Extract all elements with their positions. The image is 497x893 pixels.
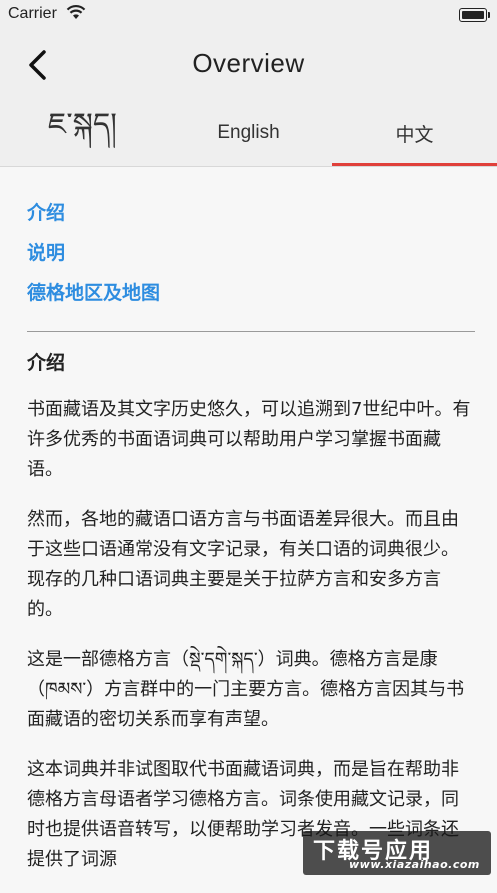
paragraph-2: 然而，各地的藏语口语方言与书面语差异很大。而且由于这些口语通常没有文字记录，有关… [27, 509, 459, 620]
page-title: Overview [192, 48, 305, 78]
wifi-icon [66, 5, 86, 19]
battery-icon [459, 8, 490, 22]
navigation-bar: Overview [0, 30, 497, 100]
section-links: 介绍 说明 德格地区及地图 [27, 193, 475, 313]
overview-content: 介绍 说明 德格地区及地图 介绍 书面藏语及其文字历史悠久，可以追溯到7世纪中叶… [27, 166, 475, 893]
link-instructions[interactable]: 说明 [27, 233, 475, 273]
link-introduction[interactable]: 介绍 [27, 193, 475, 233]
status-bar: Carrier [0, 0, 497, 30]
link-derge-region-map[interactable]: 德格地区及地图 [27, 273, 475, 313]
carrier-label: Carrier [8, 5, 57, 22]
tab-english[interactable]: English [166, 100, 331, 166]
paragraph-1: 书面藏语及其文字历史悠久，可以追溯到7世纪中叶。有许多优秀的书面语词典可以帮助用… [27, 399, 471, 480]
watermark-logo: 下载号应用 www.xiazaihao.com [303, 831, 491, 875]
watermark-url: www.xiazaihao.com [349, 858, 480, 871]
section-heading: 介绍 [27, 352, 66, 374]
tab-tibetan[interactable]: ཇ་སྐད། [0, 100, 165, 166]
language-tabs: ཇ་སྐད། English 中文 [0, 100, 497, 167]
divider [27, 331, 475, 332]
tab-chinese[interactable]: 中文 [332, 100, 497, 166]
paragraph-3: 这是一部德格方言（སྡེ་དགེ་སྐད་）词典。德格方言是康（ཁམས་）方言群… [27, 649, 465, 730]
